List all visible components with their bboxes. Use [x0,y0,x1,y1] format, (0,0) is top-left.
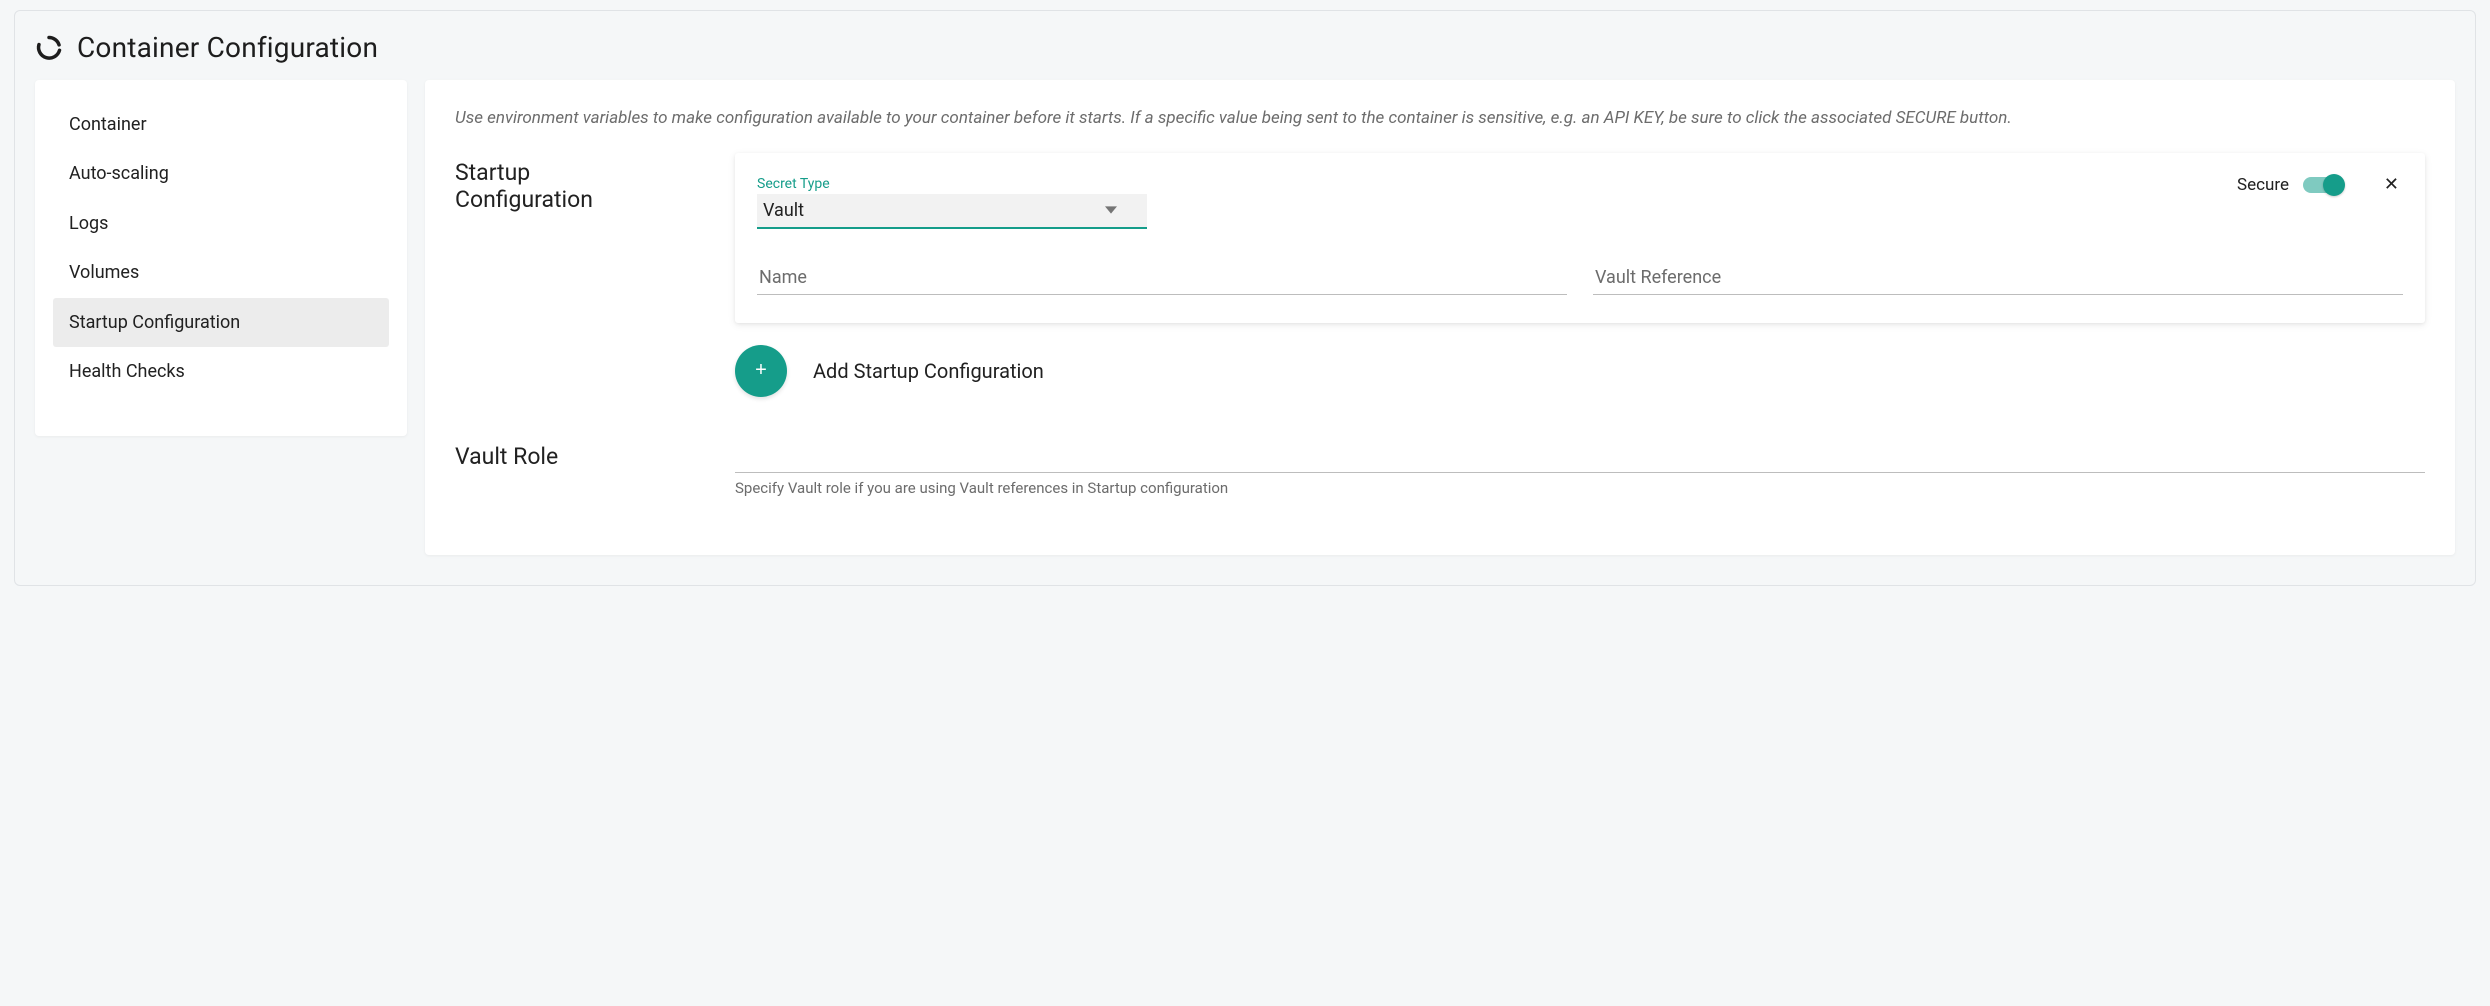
page-title: Container Configuration [77,31,378,64]
add-startup-config-label: Add Startup Configuration [813,359,1044,383]
panel-header: Container Configuration [15,25,2475,80]
close-button[interactable]: ✕ [2380,171,2403,197]
sidebar-item-auto-scaling[interactable]: Auto-scaling [53,149,389,198]
sidebar: Container Auto-scaling Logs Volumes Star… [35,80,407,436]
secret-type-value: Vault [763,200,804,221]
secure-toggle-group: Secure [2237,175,2343,195]
add-startup-config-button[interactable]: + [735,345,787,397]
vault-role-input[interactable] [735,437,2425,473]
sidebar-item-health-checks[interactable]: Health Checks [53,347,389,396]
sidebar-item-label: Startup Configuration [69,312,240,333]
container-configuration-panel: Container Configuration Container Auto-s… [14,10,2476,586]
secret-type-field: Secret Type Vault [757,176,1147,229]
section-heading: Startup Configuration [455,153,665,213]
plus-icon: + [755,359,767,382]
secure-toggle[interactable] [2303,177,2343,193]
chevron-down-icon [1105,204,1117,216]
sidebar-item-label: Container [69,114,147,135]
startup-configuration-section: Startup Configuration ✕ Secret Type Vau [455,153,2425,429]
section-heading: Vault Role [455,437,665,470]
sidebar-item-label: Health Checks [69,361,185,382]
close-icon: ✕ [2384,174,2399,194]
name-input[interactable] [757,259,1567,295]
vault-reference-input[interactable] [1593,259,2403,295]
add-startup-config-row: + Add Startup Configuration [735,345,2425,397]
sidebar-item-startup-configuration[interactable]: Startup Configuration [53,298,389,347]
sidebar-item-volumes[interactable]: Volumes [53,248,389,297]
sidebar-item-label: Logs [69,213,108,234]
sidebar-item-container[interactable]: Container [53,100,389,149]
progress-circle-icon [35,34,63,62]
startup-config-card: ✕ Secret Type Vault [735,153,2425,323]
section-description: Use environment variables to make config… [455,106,2425,131]
main-content: Use environment variables to make config… [425,80,2455,555]
sidebar-item-label: Auto-scaling [69,163,169,184]
sidebar-item-label: Volumes [69,262,139,283]
vault-role-section: Vault Role Specify Vault role if you are… [455,437,2425,497]
secret-type-select[interactable]: Vault [757,194,1147,229]
secret-type-label: Secret Type [757,176,1147,192]
sidebar-item-logs[interactable]: Logs [53,199,389,248]
secure-toggle-label: Secure [2237,175,2289,195]
vault-role-helper: Specify Vault role if you are using Vaul… [735,479,2425,497]
